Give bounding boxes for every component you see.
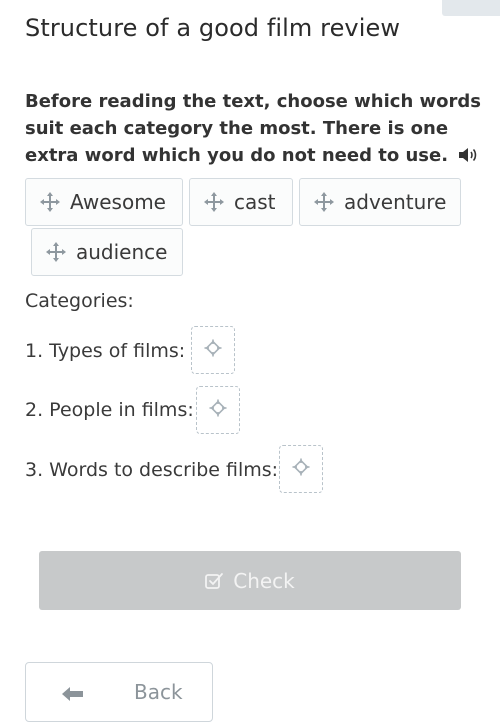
check-button-label: Check (233, 568, 295, 593)
chip-label: Awesome (70, 190, 166, 214)
move-arrows-icon (46, 242, 66, 262)
drop-zone-people[interactable] (196, 386, 240, 434)
drop-zone-describe[interactable] (279, 445, 323, 493)
chip-label: adventure (344, 190, 447, 214)
checkbox-icon (205, 572, 225, 590)
page-title: Structure of a good film review (25, 14, 401, 42)
category-label-people: 2. People in films: (25, 399, 194, 421)
move-arrows-icon (40, 192, 60, 212)
crosshair-target-icon (209, 399, 227, 422)
crosshair-target-icon (292, 458, 310, 481)
move-arrows-icon (314, 192, 334, 212)
word-chip-cast[interactable]: cast (189, 178, 293, 226)
back-button-label: Back (134, 680, 183, 704)
chip-label: cast (234, 190, 276, 214)
arrow-left-icon (62, 683, 84, 707)
back-button[interactable]: Back (25, 662, 213, 722)
categories-heading: Categories: (25, 290, 134, 312)
word-chip-adventure[interactable]: adventure (299, 178, 461, 226)
check-button[interactable]: Check (39, 551, 461, 610)
top-right-tab[interactable] (442, 0, 500, 16)
instructions: Before reading the text, choose which wo… (25, 88, 487, 171)
move-arrows-icon (204, 192, 224, 212)
word-chip-audience[interactable]: audience (31, 228, 183, 276)
word-chip-awesome[interactable]: Awesome (25, 178, 183, 226)
chip-label: audience (76, 240, 168, 264)
drop-zone-types[interactable] (191, 326, 235, 374)
category-label-describe: 3. Words to describe films: (25, 459, 279, 481)
speaker-icon[interactable] (458, 144, 480, 171)
crosshair-target-icon (204, 339, 222, 362)
category-label-types: 1. Types of films: (25, 340, 186, 362)
instructions-text: Before reading the text, choose which wo… (25, 91, 481, 166)
